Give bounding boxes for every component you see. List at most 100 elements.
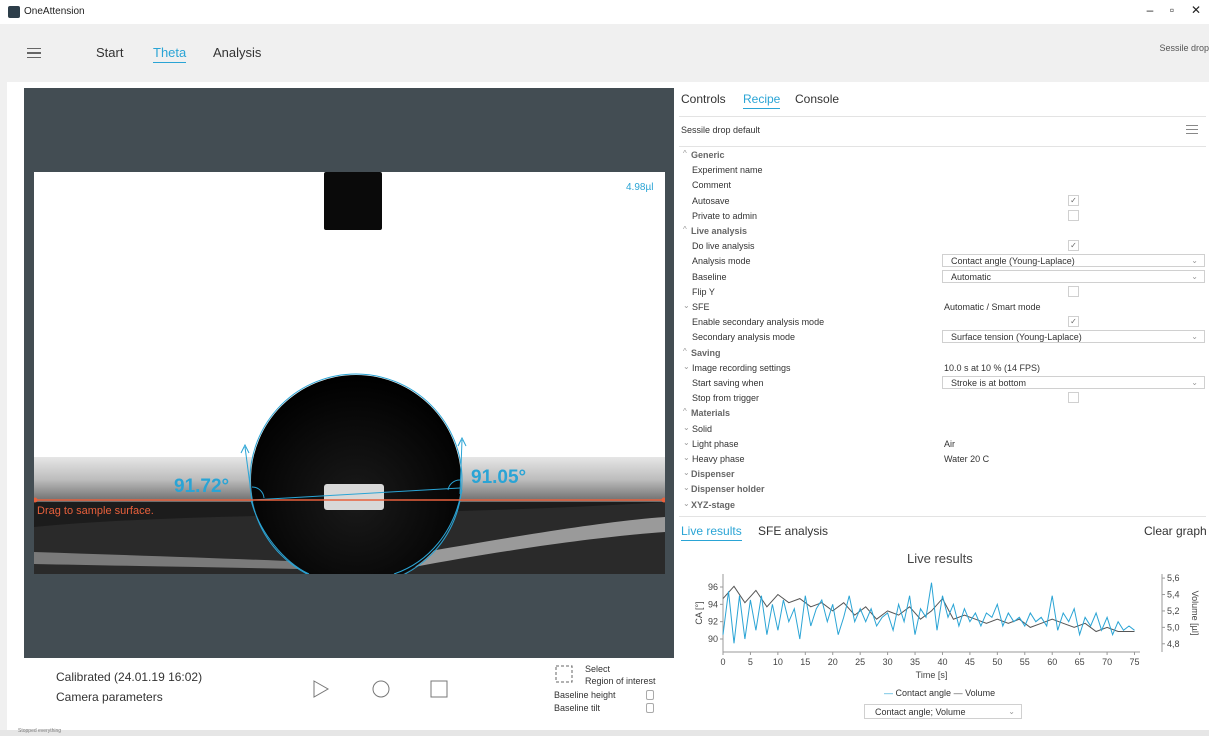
contact-angle-left: 91.72°: [174, 476, 230, 497]
chevron-down-icon[interactable]: ⌄: [683, 301, 690, 310]
recipe-row[interactable]: Analysis mode Contact angle (Young-Laplac…: [681, 254, 1206, 268]
chevron-up-icon[interactable]: ^: [683, 225, 687, 234]
x-tick-label: 65: [1075, 657, 1085, 667]
recipe-row[interactable]: Start saving when Stroke is at bottom ⌄: [681, 376, 1206, 390]
chevron-down-icon: ⌄: [1191, 271, 1198, 281]
x-tick-label: 60: [1047, 657, 1057, 667]
recipe-select[interactable]: Contact angle (Young-Laplace) ⌄: [942, 254, 1205, 268]
recipe-checkbox[interactable]: ✓: [1068, 316, 1079, 328]
recipe-row[interactable]: ^ Materials: [681, 406, 1206, 420]
recipe-row[interactable]: ⌄ Light phase Air: [681, 437, 1206, 451]
camera-parameters-link[interactable]: Camera parameters: [56, 690, 163, 704]
play-icon[interactable]: [312, 679, 330, 699]
title-bar: OneAttension – ▫ ✕: [0, 0, 1209, 24]
recipe-row-label: Dispenser: [691, 469, 735, 480]
recipe-row-value: Water 20 C: [944, 454, 990, 464]
recipe-menu-icon[interactable]: [1186, 125, 1198, 134]
legend-contact-angle: Contact angle: [895, 688, 952, 698]
recipe-row-value: Air: [944, 438, 955, 449]
recipe-row[interactable]: Do live analysis ✓: [681, 239, 1206, 253]
series-line-volume: [722, 585, 1135, 633]
recipe-row[interactable]: ^ Live analysis: [681, 224, 1206, 238]
tab-start[interactable]: Start: [96, 45, 123, 60]
chevron-down-icon[interactable]: ⌄: [683, 423, 690, 432]
x-tick-label: 5: [748, 657, 753, 667]
baseline-height-spinner[interactable]: [646, 690, 654, 700]
recipe-row-label: Do live analysis: [692, 241, 755, 252]
recipe-row[interactable]: Enable secondary analysis mode ✓: [681, 315, 1206, 329]
camera-image[interactable]: 4.98µl 91.72° 91.05° Drag to sample surf…: [34, 172, 665, 574]
recipe-row[interactable]: ⌄ XYZ-stage: [681, 498, 1206, 512]
recipe-row[interactable]: ^ Generic: [681, 148, 1206, 162]
recipe-row-label: Solid: [692, 423, 713, 434]
close-button[interactable]: ✕: [1186, 3, 1206, 17]
top-navigation: Start Theta Analysis Sessile drop: [0, 24, 1209, 82]
baseline-tilt-spinner[interactable]: [646, 703, 654, 713]
tab-controls[interactable]: Controls: [681, 92, 726, 106]
recipe-row[interactable]: Flip Y: [681, 285, 1206, 299]
tab-theta[interactable]: Theta: [153, 45, 187, 63]
x-tick-label: 10: [773, 657, 783, 667]
recipe-row[interactable]: ⌄ Image recording settings 10.0 s at 10 % …: [681, 361, 1206, 375]
chevron-down-icon[interactable]: ⌄: [683, 499, 690, 508]
recipe-checkbox[interactable]: ✓: [1068, 240, 1079, 252]
recipe-checkbox[interactable]: [1068, 392, 1079, 404]
chevron-up-icon[interactable]: ^: [683, 407, 687, 416]
recipe-checkbox[interactable]: [1068, 209, 1079, 221]
recipe-row-label: Heavy phase: [692, 454, 745, 464]
x-tick-label: 40: [937, 657, 947, 667]
chart-series-select[interactable]: Contact angle; Volume ⌄: [864, 704, 1022, 719]
recipe-row[interactable]: ⌄ Dispenser: [681, 467, 1206, 481]
baseline-hint: Drag to sample surface.: [37, 505, 154, 517]
recipe-row[interactable]: ⌄ Dispenser holder: [681, 482, 1206, 496]
select-roi-label[interactable]: Select: [585, 664, 610, 674]
chevron-down-icon[interactable]: ⌄: [683, 483, 690, 492]
recipe-select[interactable]: Automatic ⌄: [942, 269, 1205, 283]
chevron-down-icon[interactable]: ⌄: [683, 438, 690, 447]
chart-legend: — Contact angle — Volume: [884, 688, 996, 698]
recipe-row[interactable]: Autosave ✓: [681, 194, 1206, 208]
recipe-row[interactable]: Stop from trigger: [681, 391, 1206, 405]
recipe-select[interactable]: Stroke is at bottom ⌄: [942, 376, 1205, 389]
tab-console[interactable]: Console: [795, 92, 839, 106]
recipe-row-label: Experiment name: [692, 165, 763, 176]
chevron-down-icon[interactable]: ⌄: [683, 468, 690, 477]
recipe-checkbox[interactable]: [1068, 285, 1079, 297]
recipe-row[interactable]: Secondary analysis mode Surface tension (…: [681, 330, 1206, 344]
recipe-select[interactable]: Surface tension (Young-Laplace) ⌄: [942, 330, 1205, 344]
recipe-select-value: Surface tension (Young-Laplace): [951, 332, 1082, 343]
recipe-row[interactable]: ⌄ Solid: [681, 422, 1206, 436]
y-tick-label: 94: [708, 599, 718, 609]
record-icon[interactable]: [371, 679, 391, 699]
tab-analysis[interactable]: Analysis: [213, 45, 261, 60]
x-tick-label: 20: [828, 657, 838, 667]
recipe-row[interactable]: Private to admin: [681, 209, 1206, 223]
x-tick-label: 15: [800, 657, 810, 667]
chevron-down-icon[interactable]: ⌄: [683, 362, 690, 371]
baseline-height-label: Baseline height: [554, 690, 616, 700]
stop-icon[interactable]: [429, 679, 449, 699]
divider: [679, 146, 1206, 147]
tab-sfe-analysis[interactable]: SFE analysis: [758, 524, 828, 538]
region-of-interest-label[interactable]: Region of interest: [585, 676, 656, 686]
x-tick-label: 45: [965, 657, 975, 667]
select-region-icon[interactable]: [554, 664, 574, 684]
recipe-checkbox[interactable]: ✓: [1068, 194, 1079, 206]
live-results-chart[interactable]: 0 5 10 15 20 25 30 35 40 45 50 55 60 65 70 75 90 92 94 96 4,…: [690, 566, 1209, 686]
chevron-up-icon[interactable]: ^: [683, 347, 687, 356]
recipe-row[interactable]: Baseline Automatic ⌄: [681, 269, 1206, 284]
hamburger-menu-icon[interactable]: [27, 48, 41, 58]
clear-graph-button[interactable]: Clear graph: [1144, 524, 1207, 538]
recipe-row-label: Light phase: [692, 438, 739, 449]
recipe-row-label: Comment: [692, 180, 732, 191]
restore-button[interactable]: ▫: [1162, 3, 1182, 17]
chevron-down-icon[interactable]: ⌄: [683, 453, 690, 462]
recipe-row[interactable]: ⌄ SFE Automatic / Smart mode: [681, 300, 1206, 314]
recipe-row[interactable]: ⌄ Heavy phase Water 20 C: [681, 452, 1206, 466]
tab-recipe[interactable]: Recipe: [743, 92, 781, 109]
chevron-up-icon[interactable]: ^: [683, 149, 687, 158]
tab-live-results[interactable]: Live results: [681, 524, 742, 541]
y-tick-label: 96: [708, 582, 718, 592]
recipe-row[interactable]: ^ Saving: [681, 346, 1206, 360]
minimize-button[interactable]: –: [1140, 3, 1160, 17]
